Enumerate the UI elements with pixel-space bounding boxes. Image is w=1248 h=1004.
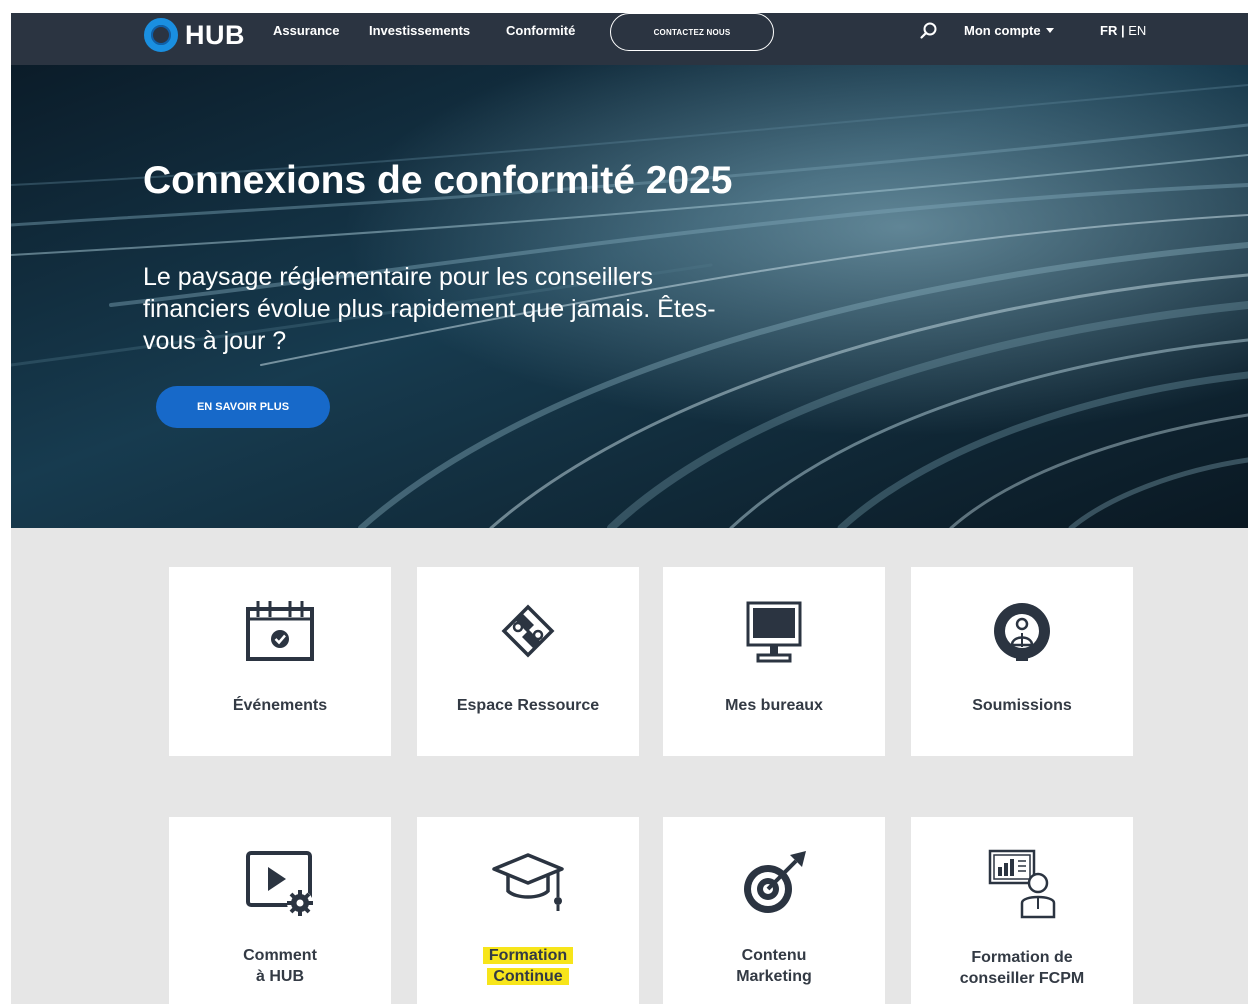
nav-assurance[interactable]: Assurance <box>273 23 339 38</box>
chevron-down-icon <box>1045 28 1054 33</box>
tile-label: Contenu Marketing <box>736 947 812 985</box>
tile-label: Événements <box>232 697 328 714</box>
account-label: Mon compte <box>964 23 1041 38</box>
account-menu[interactable]: Mon compte <box>964 23 1054 38</box>
tile-espace-ressource[interactable]: Espace Ressource <box>417 567 639 756</box>
learn-more-button[interactable]: EN SAVOIR PLUS <box>156 386 330 428</box>
tile-label: Formation de conseiller FCPM <box>959 949 1085 987</box>
tile-evenements[interactable]: Événements <box>169 567 391 756</box>
tile-label: Comment à HUB <box>243 947 317 985</box>
tile-label: Soumissions <box>972 697 1072 714</box>
tile-mes-bureaux[interactable]: Mes bureaux <box>663 567 885 756</box>
quick-links-section: Événements Espace Ressource Mes bureaux <box>11 528 1248 1004</box>
tile-comment-a-hub[interactable]: Comment à HUB <box>169 817 391 1004</box>
calendar-check-icon <box>246 601 314 661</box>
graduation-cap-icon <box>492 853 564 911</box>
presenter-chart-icon <box>988 849 1056 919</box>
top-navigation-bar: HUB Assurance Investissements Conformité… <box>11 13 1248 65</box>
video-settings-icon <box>246 851 313 916</box>
puzzle-icon <box>501 604 555 658</box>
person-circle-icon <box>994 603 1050 661</box>
hub-logo[interactable]: HUB <box>144 17 245 53</box>
monitor-icon <box>746 601 802 663</box>
lang-en[interactable]: EN <box>1128 23 1146 38</box>
tile-formation-continue[interactable]: Formation Continue <box>417 817 639 1004</box>
hero-subtitle: Le paysage réglementaire pour les consei… <box>143 263 716 355</box>
language-switcher: FR | EN <box>1100 23 1146 38</box>
target-icon <box>744 851 806 913</box>
search-icon[interactable] <box>919 21 939 41</box>
highlighted-text: Continue <box>487 968 569 985</box>
tile-label: Mes bureaux <box>725 697 823 714</box>
logo-text: HUB <box>185 19 245 50</box>
nav-investissements[interactable]: Investissements <box>369 23 470 38</box>
logo-ring-icon <box>144 18 178 52</box>
lang-fr[interactable]: FR <box>1100 23 1117 38</box>
lang-separator: | <box>1117 23 1129 38</box>
highlighted-text: Formation <box>482 947 574 964</box>
tile-label: Espace Ressource <box>456 697 600 714</box>
contact-button[interactable]: CONTACTEZ NOUS <box>610 13 774 51</box>
nav-conformite[interactable]: Conformité <box>506 23 575 38</box>
tile-formation-fcpm[interactable]: Formation de conseiller FCPM <box>911 817 1133 1004</box>
hero-banner: Connexions de conformité 2025 Le paysage… <box>11 65 1248 528</box>
tile-label: Formation Continue <box>417 945 639 987</box>
tile-contenu-marketing[interactable]: Contenu Marketing <box>663 817 885 1004</box>
tile-soumissions[interactable]: Soumissions <box>911 567 1133 756</box>
hero-title: Connexions de conformité 2025 <box>143 159 733 202</box>
